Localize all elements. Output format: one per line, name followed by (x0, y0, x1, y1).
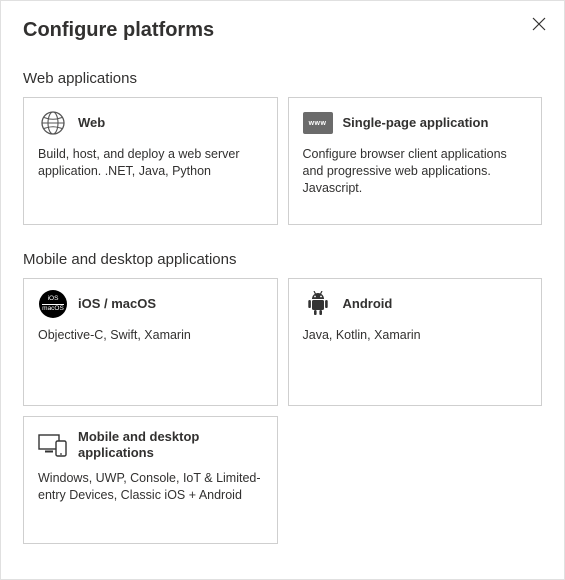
card-title: Mobile and desktop applications (78, 429, 263, 460)
ios-macos-icon: iOS macOS (38, 291, 68, 317)
desktop-mobile-icon (38, 432, 68, 458)
platform-card-ios[interactable]: iOS macOS iOS / macOS Objective-C, Swift… (23, 278, 278, 406)
card-desc: Windows, UWP, Console, IoT & Limited-ent… (38, 470, 263, 504)
section-web: Web applications Web Build, host, and de… (23, 70, 542, 225)
card-title: Single-page application (343, 115, 489, 131)
close-icon[interactable] (532, 17, 546, 31)
page-title: Configure platforms (23, 19, 542, 42)
card-desc: Build, host, and deploy a web server app… (38, 146, 263, 180)
spa-icon: www (303, 110, 333, 136)
section-mobile: Mobile and desktop applications iOS macO… (23, 251, 542, 544)
globe-icon (38, 110, 68, 136)
section-heading-mobile: Mobile and desktop applications (23, 251, 542, 268)
android-icon (303, 291, 333, 317)
card-title: Web (78, 115, 105, 131)
platform-card-web[interactable]: Web Build, host, and deploy a web server… (23, 97, 278, 225)
card-title: Android (343, 296, 393, 312)
card-desc: Java, Kotlin, Xamarin (303, 327, 528, 344)
platform-card-spa[interactable]: www Single-page application Configure br… (288, 97, 543, 225)
platform-card-desktop[interactable]: Mobile and desktop applications Windows,… (23, 416, 278, 544)
section-heading-web: Web applications (23, 70, 542, 87)
card-desc: Configure browser client applications an… (303, 146, 528, 197)
platform-card-android[interactable]: Android Java, Kotlin, Xamarin (288, 278, 543, 406)
card-title: iOS / macOS (78, 296, 156, 312)
card-desc: Objective-C, Swift, Xamarin (38, 327, 263, 344)
